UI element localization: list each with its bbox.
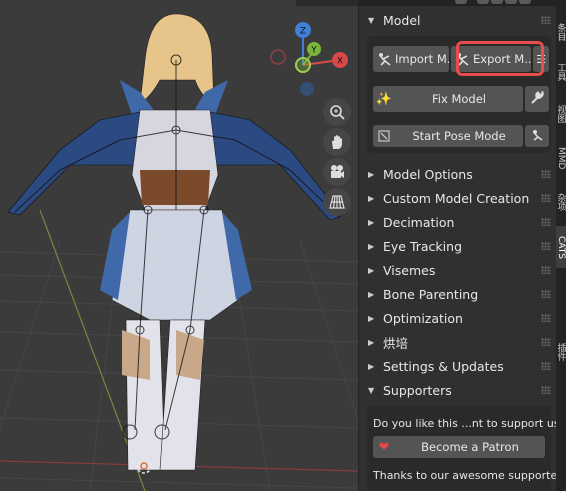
3d-viewport[interactable]: Z X Y bbox=[0, 0, 358, 491]
drag-grip-icon[interactable] bbox=[541, 242, 551, 250]
armature-icon bbox=[525, 129, 549, 144]
grid-icon bbox=[329, 195, 345, 209]
drag-grip-icon[interactable] bbox=[541, 362, 551, 370]
collapsed-arrow-icon: ▶ bbox=[368, 337, 375, 347]
supporters-panel-body: Do you like this ...nt to support us? ❤ … bbox=[367, 406, 566, 491]
drag-grip-icon[interactable] bbox=[541, 290, 551, 298]
model-panel-header[interactable]: ▼ Model bbox=[359, 8, 557, 32]
heart-icon: ❤ bbox=[378, 439, 390, 455]
armature-icon bbox=[373, 46, 395, 72]
section-eye-tracking[interactable]: ▶ Eye Tracking bbox=[359, 234, 557, 258]
camera-view-button[interactable] bbox=[323, 158, 351, 186]
supporters-thanks: Thanks to our awesome supporte... bbox=[373, 469, 566, 482]
import-model-button[interactable]: Import M... bbox=[373, 46, 449, 72]
drag-grip-icon[interactable] bbox=[541, 266, 551, 274]
panel-header-strip bbox=[359, 0, 557, 6]
drag-grip-icon[interactable] bbox=[541, 314, 551, 322]
pose-icon bbox=[373, 125, 395, 147]
svg-text:X: X bbox=[337, 57, 343, 67]
pan-button[interactable] bbox=[323, 128, 351, 156]
viewport-header-strip bbox=[296, 0, 358, 6]
pose-options-button[interactable] bbox=[525, 125, 549, 147]
drag-grip-icon[interactable] bbox=[541, 194, 551, 202]
tab-plugins[interactable]: 插件 bbox=[556, 332, 566, 372]
collapsed-arrow-icon: ▶ bbox=[368, 289, 375, 299]
zoom-button[interactable] bbox=[323, 98, 351, 126]
drag-grip-icon[interactable] bbox=[541, 16, 551, 24]
supporters-panel-header[interactable]: ▼ Supporters bbox=[359, 378, 557, 402]
section-bake[interactable]: ▶ 烘培 bbox=[359, 330, 557, 354]
wrench-icon bbox=[525, 90, 549, 108]
sidebar-panel: ▼ Model Import M... Export M... ☰ ✨ Fix … bbox=[358, 0, 566, 491]
collapsed-arrow-icon: ▶ bbox=[368, 313, 375, 323]
collapsed-arrow-icon: ▶ bbox=[368, 169, 375, 179]
drag-grip-icon[interactable] bbox=[541, 386, 551, 394]
sparkle-icon: ✨ bbox=[375, 91, 393, 107]
collapsed-arrow-icon: ▶ bbox=[368, 217, 375, 227]
zoom-icon bbox=[330, 105, 345, 120]
tab-cats[interactable]: CATS bbox=[556, 226, 566, 268]
collapsed-arrow-icon: ▶ bbox=[368, 361, 375, 371]
perspective-toggle-button[interactable] bbox=[323, 188, 351, 216]
camera-icon bbox=[331, 165, 344, 178]
tab-view[interactable]: 视图 bbox=[556, 94, 566, 134]
section-custom-model-creation[interactable]: ▶ Custom Model Creation bbox=[359, 186, 557, 210]
section-optimization[interactable]: ▶ Optimization bbox=[359, 306, 557, 330]
svg-text:Z: Z bbox=[300, 27, 306, 37]
section-model-options[interactable]: ▶ Model Options bbox=[359, 162, 557, 186]
supporters-prompt: Do you like this ...nt to support us? bbox=[373, 417, 566, 430]
fix-model-settings-button[interactable] bbox=[525, 86, 549, 112]
hand-icon bbox=[332, 135, 342, 149]
section-settings-updates[interactable]: ▶ Settings & Updates bbox=[359, 354, 557, 378]
tab-misc[interactable]: 杂项 bbox=[556, 182, 566, 222]
fix-model-button[interactable]: ✨ Fix Model bbox=[373, 86, 523, 112]
expanded-arrow-icon: ▼ bbox=[368, 15, 375, 25]
collapsed-arrow-icon: ▶ bbox=[368, 241, 375, 251]
tab-tool[interactable]: 工具 bbox=[556, 54, 566, 90]
drag-grip-icon[interactable] bbox=[541, 170, 551, 178]
section-bone-parenting[interactable]: ▶ Bone Parenting bbox=[359, 282, 557, 306]
export-highlight bbox=[456, 41, 544, 76]
collapsed-arrow-icon: ▶ bbox=[368, 265, 375, 275]
expanded-arrow-icon: ▼ bbox=[368, 385, 375, 395]
start-pose-mode-button[interactable]: Start Pose Mode bbox=[373, 125, 523, 147]
become-patron-button[interactable]: ❤ Become a Patron bbox=[373, 436, 545, 458]
navigation-gizmo[interactable]: Z X Y bbox=[266, 20, 352, 100]
section-decimation[interactable]: ▶ Decimation bbox=[359, 210, 557, 234]
section-visemes[interactable]: ▶ Visemes bbox=[359, 258, 557, 282]
tab-item[interactable]: 条目 bbox=[556, 14, 566, 50]
sidebar-tabs: 条目 工具 视图 MMD 杂项 CATS 插件 bbox=[556, 0, 566, 491]
collapsed-arrow-icon: ▶ bbox=[368, 193, 375, 203]
drag-grip-icon[interactable] bbox=[541, 218, 551, 226]
tab-mmd[interactable]: MMD bbox=[556, 138, 566, 178]
svg-text:Y: Y bbox=[310, 46, 317, 56]
drag-grip-icon[interactable] bbox=[541, 338, 551, 346]
